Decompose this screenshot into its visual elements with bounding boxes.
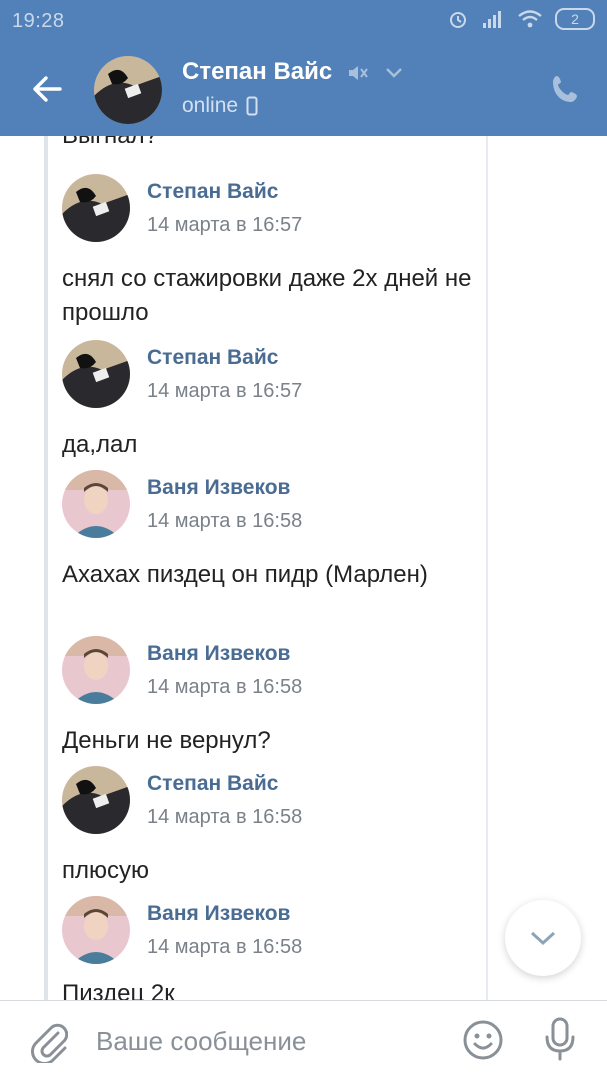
mobile-device-icon [246,96,258,116]
contact-avatar[interactable] [94,56,162,124]
chevron-down-icon[interactable] [384,66,404,80]
chevron-down-icon [530,931,556,946]
alarm-icon [450,12,466,28]
message-text: снял со стажировки даже 2х дней не прошл… [62,265,472,326]
message-text: Деньги не вернул? [62,727,271,754]
message-author[interactable]: Степан Вайс [147,772,278,796]
avatar-stepan[interactable] [62,340,130,408]
message-text: да,лал [62,431,138,458]
message-author[interactable]: Степан Вайс [147,346,278,370]
message-date: 14 марта в 16:58 [147,510,303,532]
message-date: 14 марта в 16:58 [147,676,303,698]
message-author[interactable]: Ваня Извеков [147,476,290,500]
microphone-icon[interactable] [540,1015,580,1065]
contact-status: online [182,94,258,118]
message-text-partial: Пиздец 2к [62,980,175,1000]
status-icons: 2 [447,8,595,30]
message-composer [0,1000,607,1080]
message-input[interactable] [96,1019,436,1063]
message-date: 14 марта в 16:58 [147,936,303,958]
message-text-partial: Выгнал? [62,136,158,150]
message-feed[interactable]: Выгнал? Степан Вайс 14 марта в 16:57 сня… [0,136,607,1000]
avatar-vanya[interactable] [62,896,130,964]
contact-name[interactable]: Степан Вайс [182,58,332,86]
phone-icon[interactable] [549,72,583,106]
emoji-icon[interactable] [462,1019,504,1061]
message-author[interactable]: Ваня Извеков [147,642,290,666]
message-date: 14 марта в 16:57 [147,380,303,402]
wifi-icon [518,10,542,28]
signal-icon [483,11,501,28]
message-text: плюсую [62,857,149,884]
message-text: Ахахах пиздец он пидр (Марлен) [62,561,428,588]
header-name-icons [346,62,404,84]
message-author[interactable]: Степан Вайс [147,180,278,204]
status-bar: 19:28 2 [0,0,607,42]
battery-icon: 2 [555,8,595,30]
message-author[interactable]: Ваня Извеков [147,902,290,926]
paperclip-icon[interactable] [28,1019,68,1063]
avatar-stepan[interactable] [62,174,130,242]
avatar-vanya[interactable] [62,636,130,704]
message-date: 14 марта в 16:57 [147,214,303,236]
muted-speaker-icon [349,66,368,80]
chat-header: Степан Вайс online [0,42,607,136]
avatar-vanya[interactable] [62,470,130,538]
back-arrow-icon[interactable] [30,72,64,106]
forwarded-bar [44,136,48,1000]
avatar-stepan[interactable] [62,766,130,834]
scroll-down-button[interactable] [505,900,581,976]
message-date: 14 марта в 16:58 [147,806,303,828]
status-time: 19:28 [12,10,65,32]
status-text: online [182,94,239,117]
